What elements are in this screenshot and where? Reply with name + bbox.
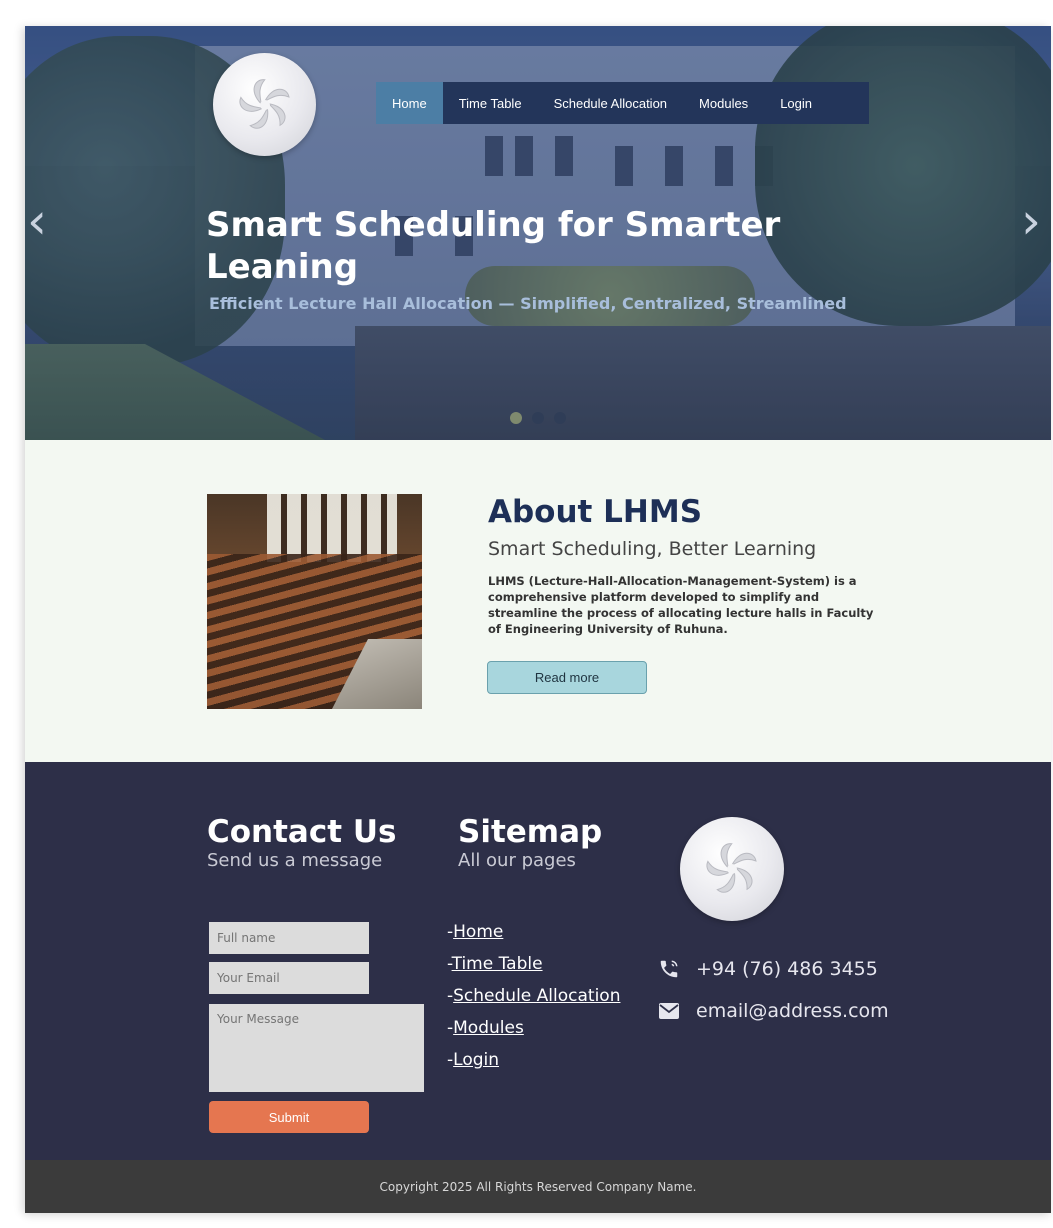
- about-section: About LHMS Smart Scheduling, Better Lear…: [25, 440, 1051, 762]
- about-title: About LHMS: [488, 494, 703, 530]
- contact-email: email@address.com: [658, 1000, 889, 1022]
- nav-time-table[interactable]: Time Table: [443, 82, 538, 124]
- hero-carousel: Home Time Table Schedule Allocation Modu…: [25, 26, 1051, 440]
- carousel-dot-1[interactable]: [510, 412, 522, 424]
- copyright-bar: Copyright 2025 All Rights Reserved Compa…: [25, 1160, 1051, 1213]
- sitemap-link-login[interactable]: Login: [453, 1050, 499, 1070]
- carousel-next-button[interactable]: ›: [1021, 196, 1041, 246]
- page-frame: Home Time Table Schedule Allocation Modu…: [25, 26, 1051, 1213]
- copyright-text: Copyright 2025 All Rights Reserved Compa…: [379, 1179, 697, 1194]
- sitemap-link-modules[interactable]: Modules: [453, 1018, 524, 1038]
- carousel-dot-3[interactable]: [554, 412, 566, 424]
- about-subtitle: Smart Scheduling, Better Learning: [488, 538, 817, 560]
- sitemap-item-login: -Login: [447, 1050, 499, 1070]
- contact-title: Contact Us: [207, 814, 397, 850]
- nav-login[interactable]: Login: [764, 82, 828, 124]
- sitemap-item-home: -Home: [447, 922, 503, 942]
- message-textarea[interactable]: [209, 1004, 424, 1092]
- read-more-button[interactable]: Read more: [487, 661, 647, 694]
- nav-home[interactable]: Home: [376, 82, 443, 124]
- email-input[interactable]: [209, 962, 369, 994]
- footer-logo[interactable]: [680, 817, 784, 921]
- chevron-right-icon: ›: [1021, 192, 1041, 250]
- sitemap-item-schedule-allocation: -Schedule Allocation: [447, 986, 620, 1006]
- carousel-indicators: [510, 412, 566, 424]
- carousel-dot-2[interactable]: [532, 412, 544, 424]
- site-logo[interactable]: [213, 53, 316, 156]
- contact-phone: +94 (76) 486 3455: [658, 958, 878, 980]
- sitemap-item-modules: -Modules: [447, 1018, 524, 1038]
- sitemap-link-time-table[interactable]: Time Table: [452, 954, 543, 974]
- logo-swirl-icon: [238, 78, 290, 129]
- full-name-input[interactable]: [209, 922, 369, 954]
- logo-swirl-icon: [706, 843, 757, 893]
- email-address: email@address.com: [696, 1000, 889, 1022]
- phone-number: +94 (76) 486 3455: [696, 958, 878, 980]
- hero-subtitle: Efficient Lecture Hall Allocation — Simp…: [209, 294, 847, 313]
- sitemap-item-time-table: -Time Table: [447, 954, 543, 974]
- sitemap-subtitle: All our pages: [458, 850, 576, 871]
- nav-modules[interactable]: Modules: [683, 82, 764, 124]
- main-nav: Home Time Table Schedule Allocation Modu…: [376, 82, 869, 124]
- submit-button[interactable]: Submit: [209, 1101, 369, 1133]
- lecture-hall-image: [207, 494, 422, 709]
- footer: Contact Us Send us a message Submit Site…: [25, 762, 1051, 1160]
- sitemap-title: Sitemap: [458, 814, 603, 850]
- nav-schedule-allocation[interactable]: Schedule Allocation: [538, 82, 683, 124]
- contact-subtitle: Send us a message: [207, 850, 383, 871]
- sitemap-link-schedule-allocation[interactable]: Schedule Allocation: [453, 986, 620, 1006]
- carousel-prev-button[interactable]: ‹: [27, 196, 47, 246]
- about-description: LHMS (Lecture-Hall-Allocation-Management…: [488, 574, 874, 636]
- phone-icon: [658, 958, 680, 980]
- envelope-icon: [658, 1000, 680, 1022]
- hero-title: Smart Scheduling for Smarter Leaning: [206, 205, 781, 287]
- sitemap-link-home[interactable]: Home: [453, 922, 503, 942]
- chevron-left-icon: ‹: [27, 192, 47, 250]
